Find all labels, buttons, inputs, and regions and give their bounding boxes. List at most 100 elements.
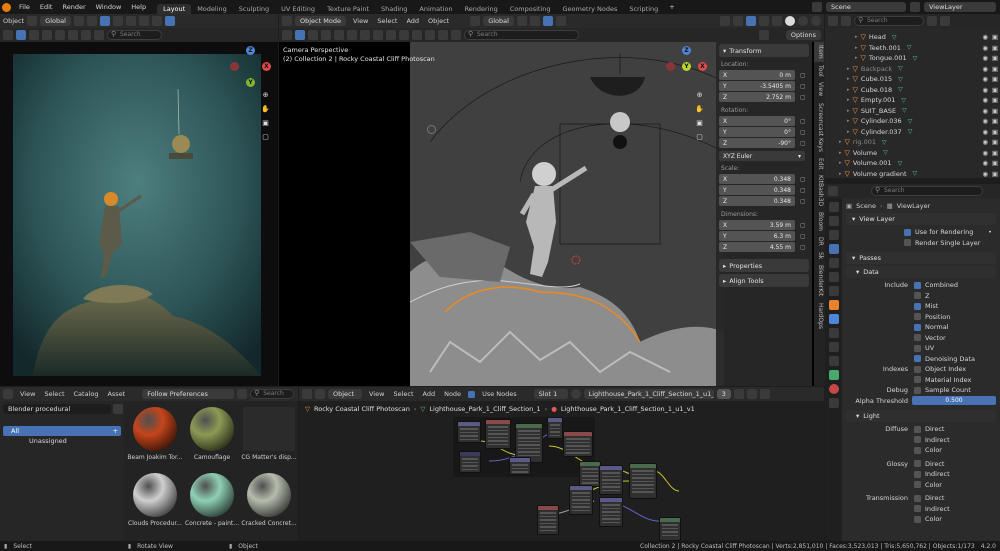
transform-panel-header[interactable]: ▾ Transform — [719, 44, 809, 57]
tab-texture-paint[interactable]: Texture Paint — [321, 4, 375, 14]
visibility-eye-icon[interactable]: ◉ — [982, 65, 988, 73]
import-method-icon[interactable] — [237, 389, 248, 399]
lock-icon[interactable]: ▢ — [694, 132, 705, 143]
follow-preferences-dropdown[interactable]: Follow Preferences — [142, 389, 235, 399]
viewlayer-selector[interactable]: ViewLayer — [924, 2, 996, 12]
editor-type-icon[interactable] — [282, 16, 292, 26]
shading-wireframe-icon[interactable] — [772, 16, 782, 26]
use-for-rendering-row[interactable]: Use for Rendering • — [846, 227, 996, 238]
tool-b-icon[interactable] — [373, 30, 383, 40]
shader-node[interactable] — [537, 505, 559, 535]
object-tab-icon[interactable] — [828, 300, 839, 310]
sidebar-tab-sk[interactable]: Sk — [814, 249, 824, 262]
gizmo-x-axis[interactable]: X — [262, 62, 271, 71]
light-pass-row[interactable]: Color — [846, 445, 996, 456]
visibility-eye-icon[interactable]: ◉ — [982, 33, 988, 41]
light-subpanel-header[interactable]: ▾ Light — [846, 410, 996, 422]
slot-dropdown[interactable]: Slot 1 — [533, 389, 568, 399]
render-single-layer-row[interactable]: Render Single Layer — [846, 238, 996, 249]
render-camera-icon[interactable]: ▣ — [992, 96, 998, 104]
editor-type-icon[interactable] — [828, 16, 838, 26]
physics-tab-icon[interactable] — [828, 342, 839, 352]
menu-add[interactable]: Add — [423, 390, 436, 398]
extend-icon[interactable] — [308, 30, 318, 40]
asset-item[interactable]: Cracked Concret... — [240, 473, 298, 527]
data-pass-row[interactable]: Vector — [846, 333, 996, 344]
expand-arrow-icon[interactable]: ▸ — [855, 55, 858, 61]
light-pass-row[interactable]: Color — [846, 480, 996, 491]
editor-type-icon[interactable] — [302, 389, 312, 399]
visibility-icon[interactable] — [112, 16, 123, 26]
data-pass-row[interactable]: Denoising Data — [846, 354, 996, 365]
outliner-row[interactable]: ▸ ▽ Volume.001 ▽ ◉ ▣ — [825, 158, 1000, 169]
expand-arrow-icon[interactable]: ▸ — [839, 171, 842, 177]
gizmo-x-axis[interactable]: X — [698, 62, 707, 71]
invert-icon[interactable] — [334, 30, 344, 40]
overlay-icon[interactable] — [746, 16, 756, 26]
menu-view[interactable]: View — [369, 390, 384, 398]
pass-checkbox[interactable] — [914, 334, 921, 342]
orientation-dropdown[interactable]: Global — [40, 16, 71, 26]
passes-panel-header[interactable]: ▾ Passes — [846, 252, 996, 264]
pass-checkbox[interactable] — [914, 355, 921, 363]
left-viewport-search[interactable]: Search — [107, 30, 162, 40]
outliner-row[interactable]: ▸ ▽ Volume ▽ ◉ ▣ — [825, 148, 1000, 159]
outliner-row[interactable]: ▸ ▽ Tongue.001 ▽ ◉ ▣ — [825, 53, 1000, 64]
outliner-row[interactable]: ▸ ▽ Cylinder.036 ▽ ◉ ▣ — [825, 116, 1000, 127]
asset-item[interactable]: Concrete - paint... — [183, 473, 241, 527]
unlink-icon[interactable] — [759, 389, 770, 399]
shader-node[interactable] — [579, 461, 601, 487]
material-name-field[interactable]: Lighthouse_Park_1_Cliff_Section_1_u1_v1 — [583, 389, 714, 399]
rotation-mode-dropdown[interactable]: XYZ Euler ▾ — [719, 151, 805, 161]
shading-solid-icon[interactable] — [138, 16, 149, 26]
outliner-row[interactable]: ▸ ▽ Head ▽ ◉ ▣ — [825, 32, 1000, 43]
main-viewport-search[interactable]: Search — [464, 30, 579, 40]
tool-e-icon[interactable] — [412, 30, 422, 40]
render-camera-icon[interactable]: ▣ — [992, 86, 998, 94]
proportional-edit-icon[interactable] — [542, 16, 553, 26]
render-camera-icon[interactable]: ▣ — [992, 75, 998, 83]
rotation-z-field[interactable]: Z -90° — [719, 138, 795, 148]
render-camera-icon[interactable]: ▣ — [992, 159, 998, 167]
shader-node[interactable] — [569, 485, 593, 515]
location-z-field[interactable]: Z 2.752 m — [719, 92, 795, 102]
pass-checkbox[interactable] — [914, 365, 921, 373]
visibility-eye-icon[interactable]: ◉ — [982, 44, 988, 52]
tool-f-icon[interactable] — [425, 30, 435, 40]
data-tab-icon[interactable] — [828, 370, 839, 380]
use-nodes-checkbox[interactable] — [468, 390, 476, 398]
tab-compositing[interactable]: Compositing — [504, 4, 557, 14]
left-viewport[interactable]: Z X Y ⊕ ✋ ▣ ▢ — [0, 42, 278, 386]
shader-type-dropdown[interactable]: Object — [328, 389, 362, 399]
gizmo-z-axis[interactable]: Z — [682, 46, 691, 55]
snap-icon[interactable] — [529, 16, 540, 26]
render-camera-icon[interactable]: ▣ — [992, 170, 998, 178]
tab-rendering[interactable]: Rendering — [459, 4, 504, 14]
add-catalog-icon[interactable]: + — [113, 427, 118, 435]
menu-render[interactable]: Render — [57, 3, 90, 11]
menu-object[interactable]: Object — [428, 17, 449, 25]
light-pass-row[interactable]: Glossy Direct — [846, 459, 996, 470]
snap-icon[interactable] — [86, 16, 97, 26]
asset-item[interactable]: Clouds Procedur... — [126, 473, 184, 527]
dimensions-lock-icon[interactable]: ▢ — [800, 244, 806, 251]
visibility-eye-icon[interactable]: ◉ — [982, 138, 988, 146]
data-pass-row[interactable]: Mist — [846, 301, 996, 312]
tool-c-icon[interactable] — [386, 30, 396, 40]
properties-panel-header[interactable]: ▸ Properties — [719, 259, 809, 272]
outliner-row[interactable]: ▸ ▽ Cube.015 ▽ ◉ ▣ — [825, 74, 1000, 85]
location-lock-icon[interactable]: ▢ — [800, 72, 806, 79]
tool-tab-icon[interactable] — [828, 202, 839, 212]
data-pass-row[interactable]: Normal — [846, 322, 996, 333]
shader-node[interactable] — [485, 419, 511, 449]
zoom-icon[interactable]: ⊕ — [694, 90, 705, 101]
outliner-row[interactable]: ▸ ▽ Cylinder.037 ▽ ◉ ▣ — [825, 127, 1000, 138]
pass-checkbox[interactable] — [914, 470, 921, 478]
particles-tab-icon[interactable] — [828, 328, 839, 338]
expand-arrow-icon[interactable]: ▸ — [847, 129, 850, 135]
expand-arrow-icon[interactable]: ▸ — [847, 108, 850, 114]
constraints-tab-icon[interactable] — [828, 356, 839, 366]
gizmo-neg-x[interactable] — [666, 62, 675, 71]
menu-node[interactable]: Node — [444, 390, 461, 398]
camera-icon[interactable]: ▣ — [694, 118, 705, 129]
